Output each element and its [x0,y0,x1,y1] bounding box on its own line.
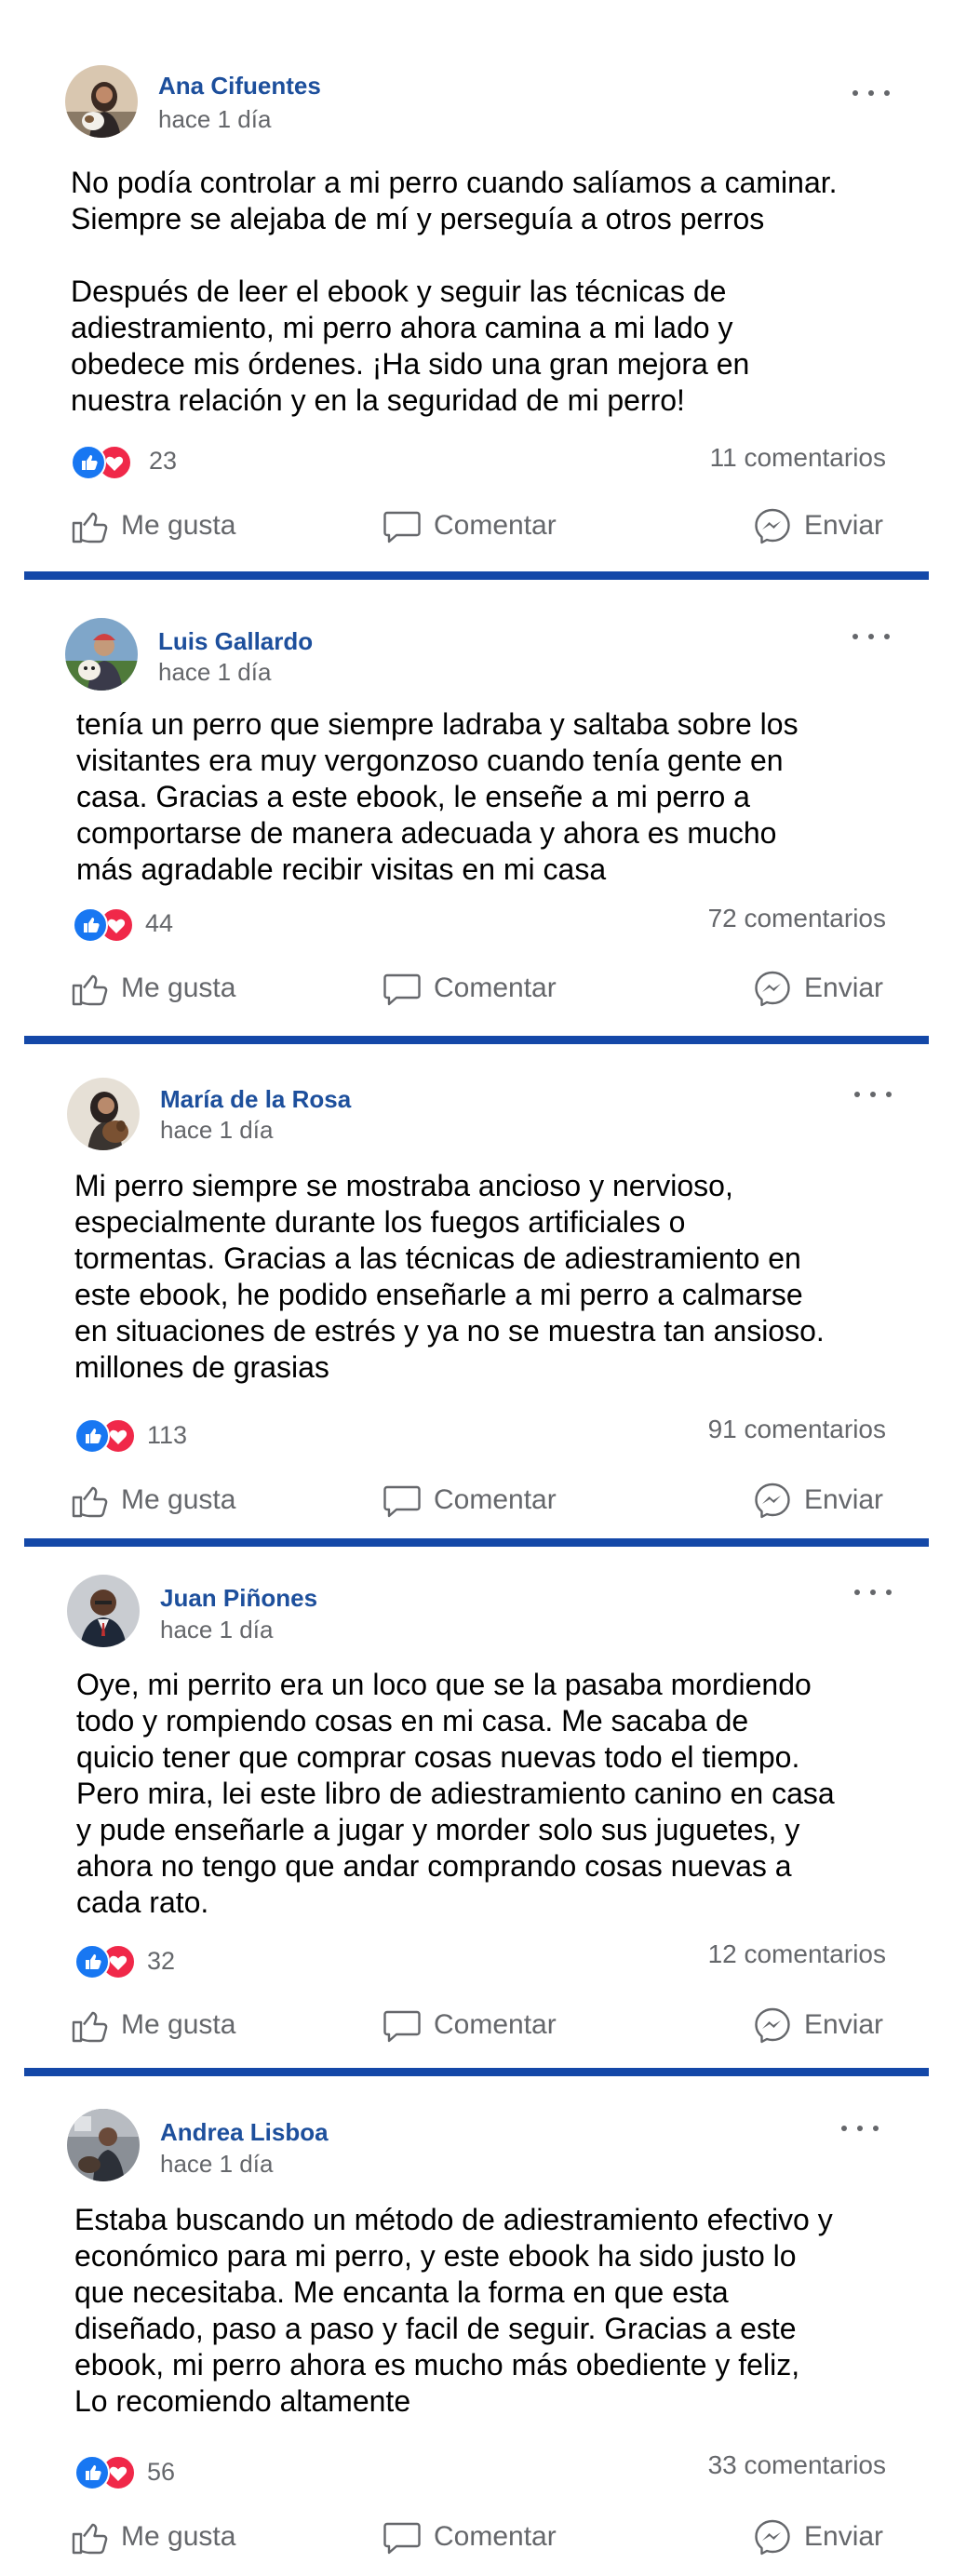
thumbs-up-outline-icon [69,1480,110,1521]
avatar[interactable] [67,1575,140,1647]
send-button[interactable]: Enviar [752,1480,883,1521]
post-text: Estaba buscando un método de adiestramie… [74,2203,833,2418]
like-button[interactable]: Me gusta [69,2005,235,2046]
avatar[interactable] [65,618,138,691]
reaction-icons[interactable] [73,907,140,943]
reaction-icons[interactable] [74,1418,141,1454]
send-button-label: Enviar [804,1484,884,1515]
comment-button-label: Comentar [434,2009,557,2040]
messenger-icon [752,968,793,1009]
send-button[interactable]: Enviar [752,2516,883,2557]
more-options-icon[interactable] [854,1085,892,1104]
post-time[interactable]: hace 1 día [160,1616,273,1644]
post-divider [24,2068,929,2076]
post-text: No podía controlar a mi perro cuando sal… [71,166,838,417]
like-reaction-icon [71,445,106,480]
send-button-label: Enviar [804,2009,884,2040]
avatar-woman-with-dog-icon [67,1078,140,1150]
like-button-label: Me gusta [121,510,236,541]
avatar[interactable] [65,65,138,138]
reaction-count[interactable]: 44 [145,909,173,938]
comment-bubble-icon [382,505,423,546]
reaction-icons[interactable] [71,445,138,480]
post-divider [24,571,929,580]
avatar[interactable] [67,1078,140,1150]
author-name[interactable]: María de la Rosa [160,1085,351,1114]
send-button-label: Enviar [804,973,884,1003]
comment-bubble-icon [382,2005,423,2046]
comment-button[interactable]: Comentar [382,1480,557,1521]
comment-button[interactable]: Comentar [382,968,557,1009]
comment-button-label: Comentar [434,1484,557,1515]
author-name[interactable]: Ana Cifuentes [158,72,321,101]
reaction-icons[interactable] [74,2455,141,2490]
comment-bubble-icon [382,1480,423,1521]
like-button[interactable]: Me gusta [69,2516,235,2557]
more-options-icon[interactable] [852,84,890,102]
comment-button-label: Comentar [434,510,557,541]
author-name[interactable]: Andrea Lisboa [160,2118,329,2147]
like-reaction-icon [74,2455,110,2490]
reaction-count[interactable]: 32 [147,1947,175,1976]
like-button[interactable]: Me gusta [69,1480,235,1521]
post-text: Mi perro siempre se mostraba ancioso y n… [74,1169,825,1384]
like-button-label: Me gusta [121,1484,236,1515]
comment-button[interactable]: Comentar [382,2516,557,2557]
reaction-icons[interactable] [74,1944,141,1979]
like-button[interactable]: Me gusta [69,505,235,546]
like-button[interactable]: Me gusta [69,968,235,1009]
thumbs-up-outline-icon [69,505,110,546]
comment-button[interactable]: Comentar [382,505,557,546]
messenger-icon [752,2516,793,2557]
comments-count[interactable]: 12 comentarios [708,1939,886,1969]
like-button-label: Me gusta [121,2009,236,2040]
send-button[interactable]: Enviar [752,505,883,546]
like-button-label: Me gusta [121,973,236,1003]
avatar-man-icon [67,1575,140,1647]
comment-bubble-icon [382,968,423,1009]
more-options-icon[interactable] [852,627,890,646]
messenger-icon [752,505,793,546]
comments-count[interactable]: 11 comentarios [710,443,886,473]
post-time[interactable]: hace 1 día [158,105,271,134]
reaction-count[interactable]: 56 [147,2458,175,2487]
send-button-label: Enviar [804,510,884,541]
comment-bubble-icon [382,2516,423,2557]
send-button[interactable]: Enviar [752,968,883,1009]
comment-button[interactable]: Comentar [382,2005,557,2046]
messenger-icon [752,2005,793,2046]
send-button-label: Enviar [804,2521,884,2552]
send-button[interactable]: Enviar [752,2005,883,2046]
author-name[interactable]: Luis Gallardo [158,627,313,656]
like-reaction-icon [74,1418,110,1454]
like-reaction-icon [74,1944,110,1979]
comments-count[interactable]: 33 comentarios [708,2450,886,2480]
messenger-icon [752,1480,793,1521]
post-time[interactable]: hace 1 día [158,658,271,687]
post-divider [24,1538,929,1547]
like-button-label: Me gusta [121,2521,236,2552]
like-reaction-icon [73,907,108,943]
avatar-man-with-dog-icon [65,618,138,691]
post-text: tenía un perro que siempre ladraba y sal… [76,707,799,886]
author-name[interactable]: Juan Piñones [160,1584,317,1613]
avatar-woman-with-dog-icon [65,65,138,138]
comments-count[interactable]: 72 comentarios [708,904,886,933]
post-divider [24,1036,929,1044]
reaction-count[interactable]: 113 [147,1421,187,1450]
avatar[interactable] [67,2109,140,2181]
more-options-icon[interactable] [854,1583,892,1602]
thumbs-up-outline-icon [69,2516,110,2557]
post-text: Oye, mi perrito era un loco que se la pa… [76,1668,835,1919]
post-time[interactable]: hace 1 día [160,2150,273,2179]
thumbs-up-outline-icon [69,2005,110,2046]
avatar-person-with-dog-icon [67,2109,140,2181]
thumbs-up-outline-icon [69,968,110,1009]
comment-button-label: Comentar [434,973,557,1003]
comments-count[interactable]: 91 comentarios [708,1415,886,1444]
post-time[interactable]: hace 1 día [160,1116,273,1145]
reaction-count[interactable]: 23 [149,447,177,476]
more-options-icon[interactable] [841,2119,879,2138]
comment-button-label: Comentar [434,2521,557,2552]
